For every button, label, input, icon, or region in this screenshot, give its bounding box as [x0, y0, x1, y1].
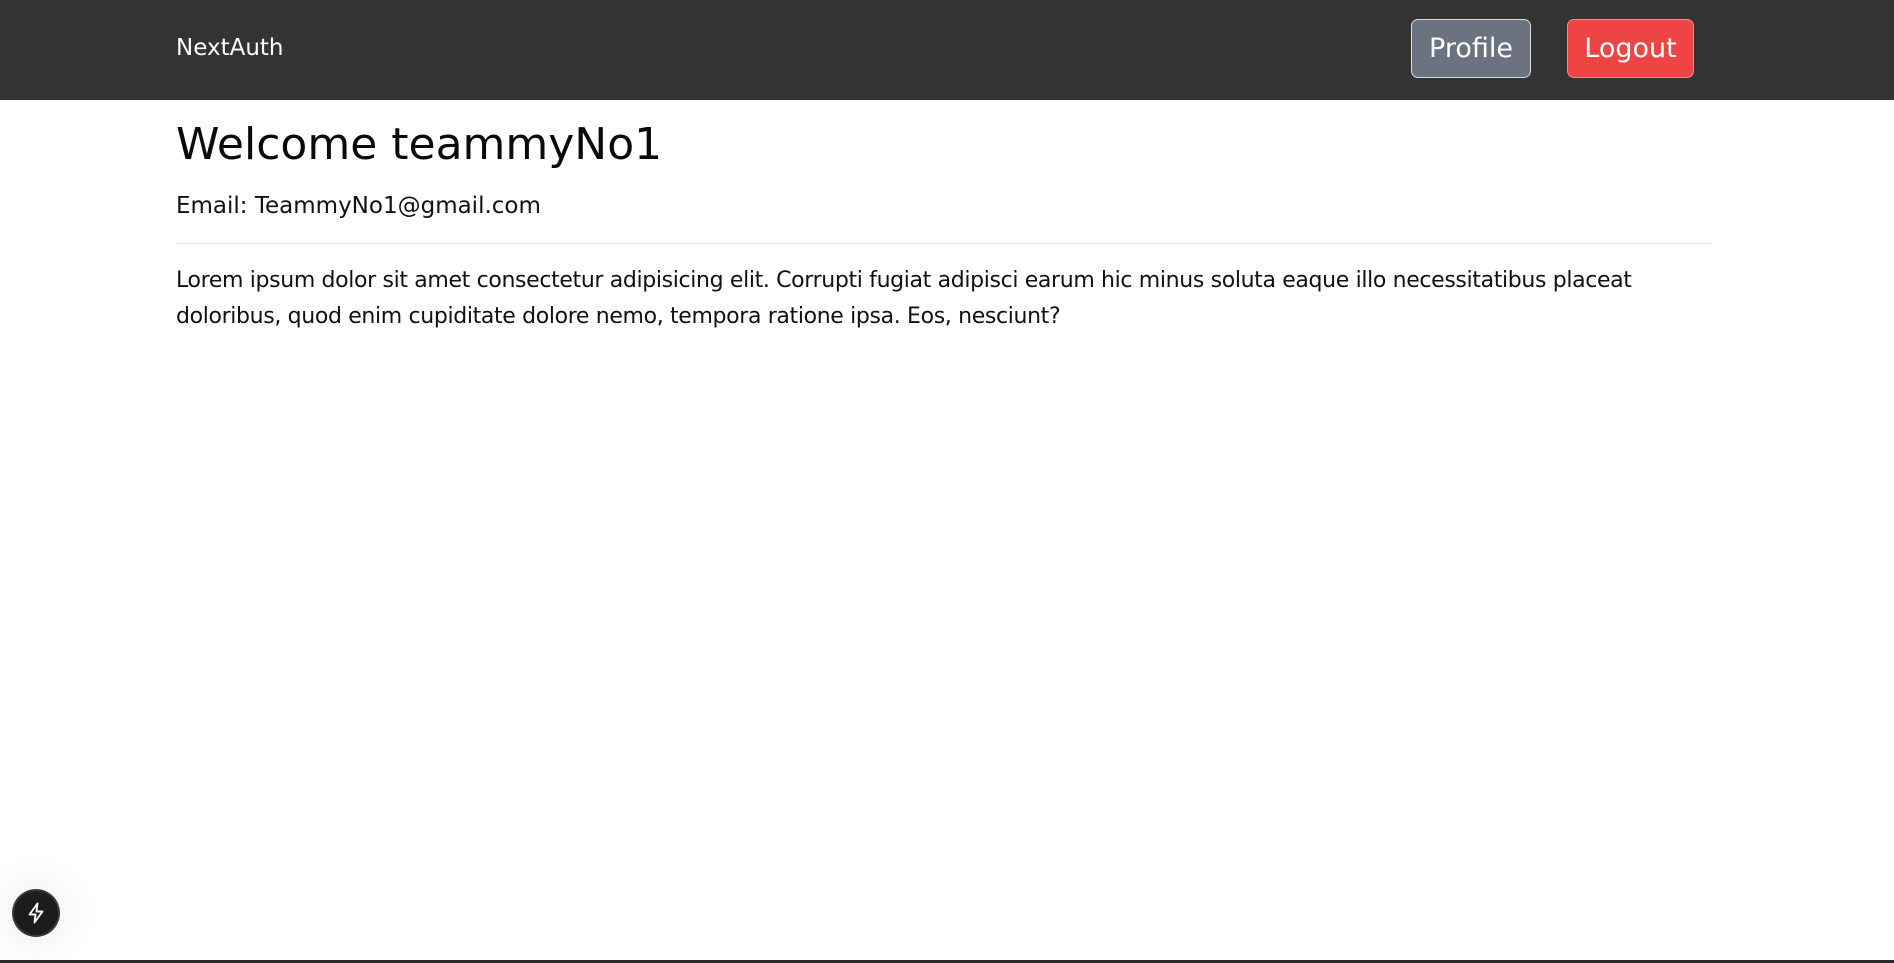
navbar: NextAuth Profile Logout: [0, 0, 1894, 100]
body-paragraph: Lorem ipsum dolor sit amet consectetur a…: [176, 268, 1632, 329]
logout-button[interactable]: Logout: [1567, 19, 1694, 78]
lightning-bolt-icon: [28, 902, 44, 924]
profile-button[interactable]: Profile: [1411, 19, 1531, 78]
dev-indicator-button[interactable]: [14, 891, 58, 935]
divider: [176, 243, 1712, 244]
email-text: Email: TeammyNo1@gmail.com: [176, 193, 541, 219]
welcome-heading: Welcome teammyNo1: [176, 119, 663, 170]
brand-link[interactable]: NextAuth: [176, 33, 284, 63]
